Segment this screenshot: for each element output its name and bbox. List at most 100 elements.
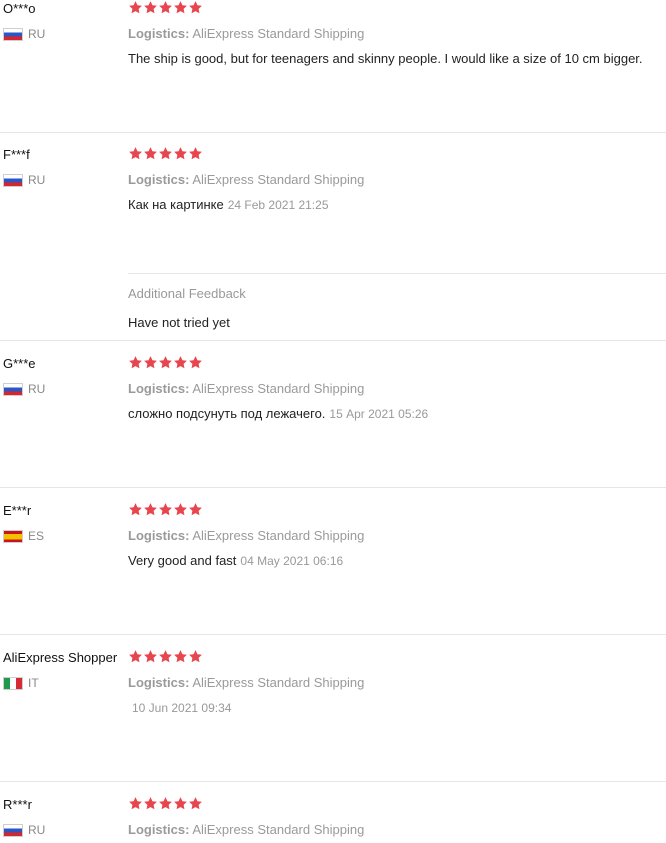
review-divider [0, 781, 666, 782]
star-rating [128, 146, 666, 164]
reviewer-info: F***f RU [3, 146, 127, 188]
country-code: ES [28, 529, 45, 543]
review-comment: сложно подсунуть под лежачего. 15 Apr 202… [128, 405, 666, 423]
flag-icon [3, 529, 23, 543]
logistics-info: Logistics: AliExpress Standard Shipping [128, 527, 666, 545]
star-icon [143, 355, 158, 370]
review-date: 15 Apr 2021 05:26 [329, 407, 429, 421]
review-divider [0, 634, 666, 635]
star-icon [128, 355, 143, 370]
reviewer-name: AliExpress Shopper [3, 650, 118, 665]
reviewer-name: E***r [3, 503, 32, 518]
review-text: Very good and fast [128, 553, 237, 568]
logistics-label: Logistics: [128, 822, 190, 837]
review-comment: Very good and fast 04 May 2021 06:16 [128, 552, 666, 570]
logistics-label: Logistics: [128, 26, 190, 41]
reviewer-info: R***r RU [3, 796, 127, 838]
star-icon [143, 0, 158, 15]
review-date: 10 Jun 2021 09:34 [132, 701, 232, 715]
flag-icon [3, 173, 23, 187]
additional-feedback-title: Additional Feedback [128, 286, 246, 301]
logistics-value: AliExpress Standard Shipping [192, 381, 365, 396]
star-icon [173, 0, 188, 15]
logistics-value: AliExpress Standard Shipping [192, 172, 365, 187]
reviewer-name: F***f [3, 147, 30, 162]
reviewer-info: O***o RU [3, 0, 127, 42]
star-rating [128, 502, 666, 520]
flag-icon [3, 676, 23, 690]
star-icon [188, 502, 203, 517]
reviewer-info: E***r ES [3, 502, 127, 544]
review-content: Logistics: AliExpress Standard Shipping … [128, 0, 666, 68]
reviewer-country: RU [3, 822, 127, 838]
review-divider [0, 340, 666, 341]
star-icon [158, 146, 173, 161]
star-icon [143, 796, 158, 811]
logistics-label: Logistics: [128, 381, 190, 396]
star-icon [158, 355, 173, 370]
star-icon [188, 355, 203, 370]
reviewer-country: RU [3, 381, 127, 397]
review-comment: The ship is good, but for teenagers and … [128, 50, 666, 68]
star-icon [143, 502, 158, 517]
logistics-value: AliExpress Standard Shipping [192, 528, 365, 543]
star-icon [128, 502, 143, 517]
star-icon [158, 796, 173, 811]
logistics-value: AliExpress Standard Shipping [192, 26, 365, 41]
star-icon [188, 146, 203, 161]
star-icon [128, 796, 143, 811]
country-code: RU [28, 382, 46, 396]
reviewer-name: R***r [3, 797, 32, 812]
logistics-info: Logistics: AliExpress Standard Shipping [128, 25, 666, 43]
star-rating [128, 355, 666, 373]
reviewer-country: RU [3, 26, 127, 42]
review-date: 04 May 2021 06:16 [240, 554, 344, 568]
star-icon [143, 146, 158, 161]
review-divider [0, 132, 666, 133]
review-text: The ship is good, but for teenagers and … [128, 51, 643, 66]
star-rating [128, 0, 666, 18]
review-divider [0, 487, 666, 488]
country-code: RU [28, 823, 46, 837]
additional-feedback-text: Have not tried yet [128, 315, 230, 330]
logistics-info: Logistics: AliExpress Standard Shipping [128, 674, 666, 692]
star-icon [173, 796, 188, 811]
star-icon [173, 502, 188, 517]
review-comment: 10 Jun 2021 09:34 [128, 699, 666, 717]
country-code: RU [28, 27, 46, 41]
flag-icon [3, 27, 23, 41]
reviewer-name: O***o [3, 1, 36, 16]
logistics-label: Logistics: [128, 675, 190, 690]
review-text: сложно подсунуть под лежачего. [128, 406, 326, 421]
review-content: Logistics: AliExpress Standard Shipping … [128, 649, 666, 717]
star-icon [188, 649, 203, 664]
review-content: Logistics: AliExpress Standard Shipping … [128, 146, 666, 214]
star-icon [188, 0, 203, 15]
star-rating [128, 649, 666, 667]
star-icon [143, 649, 158, 664]
star-icon [173, 146, 188, 161]
review-content: Logistics: AliExpress Standard Shipping [128, 796, 666, 839]
review-content: Logistics: AliExpress Standard Shipping … [128, 355, 666, 423]
logistics-info: Logistics: AliExpress Standard Shipping [128, 171, 666, 189]
flag-icon [3, 382, 23, 396]
country-code: IT [28, 676, 39, 690]
reviewer-info: G***e RU [3, 355, 127, 397]
additional-feedback: Additional Feedback Have not tried yet [128, 285, 666, 332]
star-icon [128, 0, 143, 15]
review-text: Как на картинке [128, 197, 224, 212]
star-rating [128, 796, 666, 814]
star-icon [173, 355, 188, 370]
star-icon [158, 649, 173, 664]
star-icon [158, 0, 173, 15]
reviewer-info: AliExpress Shopper IT [3, 649, 127, 691]
review-comment: Как на картинке 24 Feb 2021 21:25 [128, 196, 666, 214]
country-code: RU [28, 173, 46, 187]
reviewer-country: ES [3, 528, 127, 544]
logistics-value: AliExpress Standard Shipping [192, 675, 365, 690]
logistics-label: Logistics: [128, 528, 190, 543]
logistics-info: Logistics: AliExpress Standard Shipping [128, 821, 666, 839]
logistics-label: Logistics: [128, 172, 190, 187]
reviewer-country: IT [3, 675, 127, 691]
reviewer-country: RU [3, 172, 127, 188]
